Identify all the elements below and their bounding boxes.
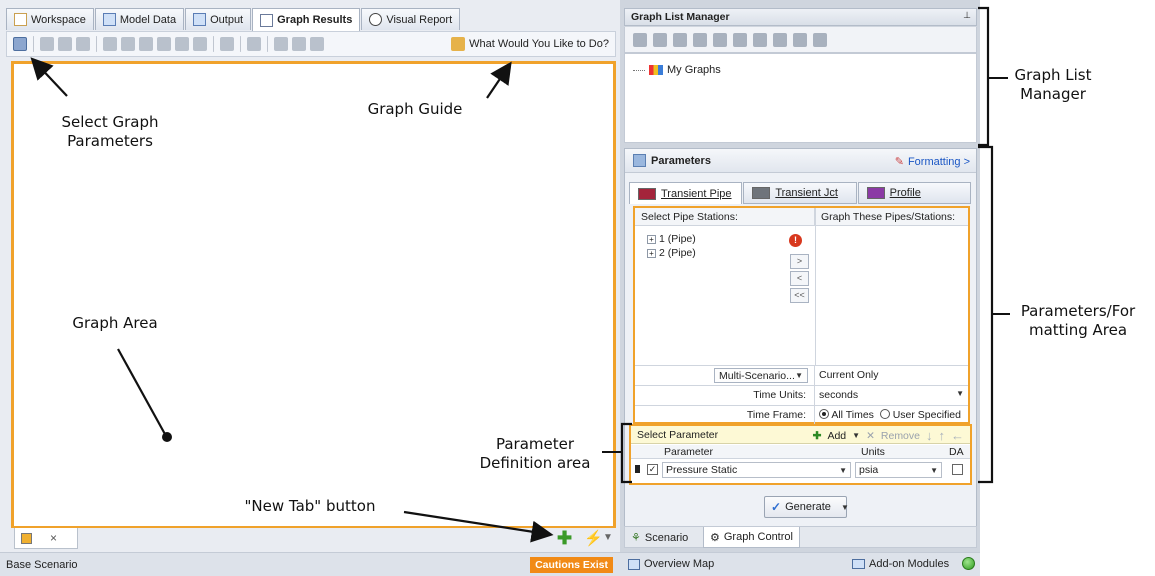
graph-area-dot [162,432,172,442]
arrow-graph-guide [486,61,512,99]
annotation-arrows [30,6,1010,543]
arrow-graph-area [117,348,167,437]
annotation-line: Definition area [479,454,591,472]
annotation-graph-list-manager: Graph List Manager [1008,66,1098,104]
arrow-new-tab [403,510,554,543]
annotation-graph-area: Graph Area [72,314,158,332]
annotation-line: Parameters/For [1020,302,1136,320]
annotation-line: Parameter [495,435,575,453]
annotation-new-tab: "New Tab" button [244,497,376,515]
bracket-params [978,145,994,484]
bracket-param-def [620,422,632,484]
annotation-parameters-formatting: Parameters/For matting Area [1008,302,1148,340]
annotation-select-graph-parameters: Select Graph Parameters [40,113,180,151]
annotation-line: Parameters [67,132,153,150]
bracket-glm [978,6,990,147]
annotation-line: Select Graph [61,113,159,131]
annotation-line: Graph List [1014,66,1092,84]
annotation-graph-guide: Graph Guide [367,100,463,118]
annotation-line: matting Area [1028,321,1128,339]
annotation-line: Manager [1020,85,1086,103]
annotation-parameter-definition: Parameter Definition area [470,435,600,473]
arrow-select-params [30,57,68,97]
